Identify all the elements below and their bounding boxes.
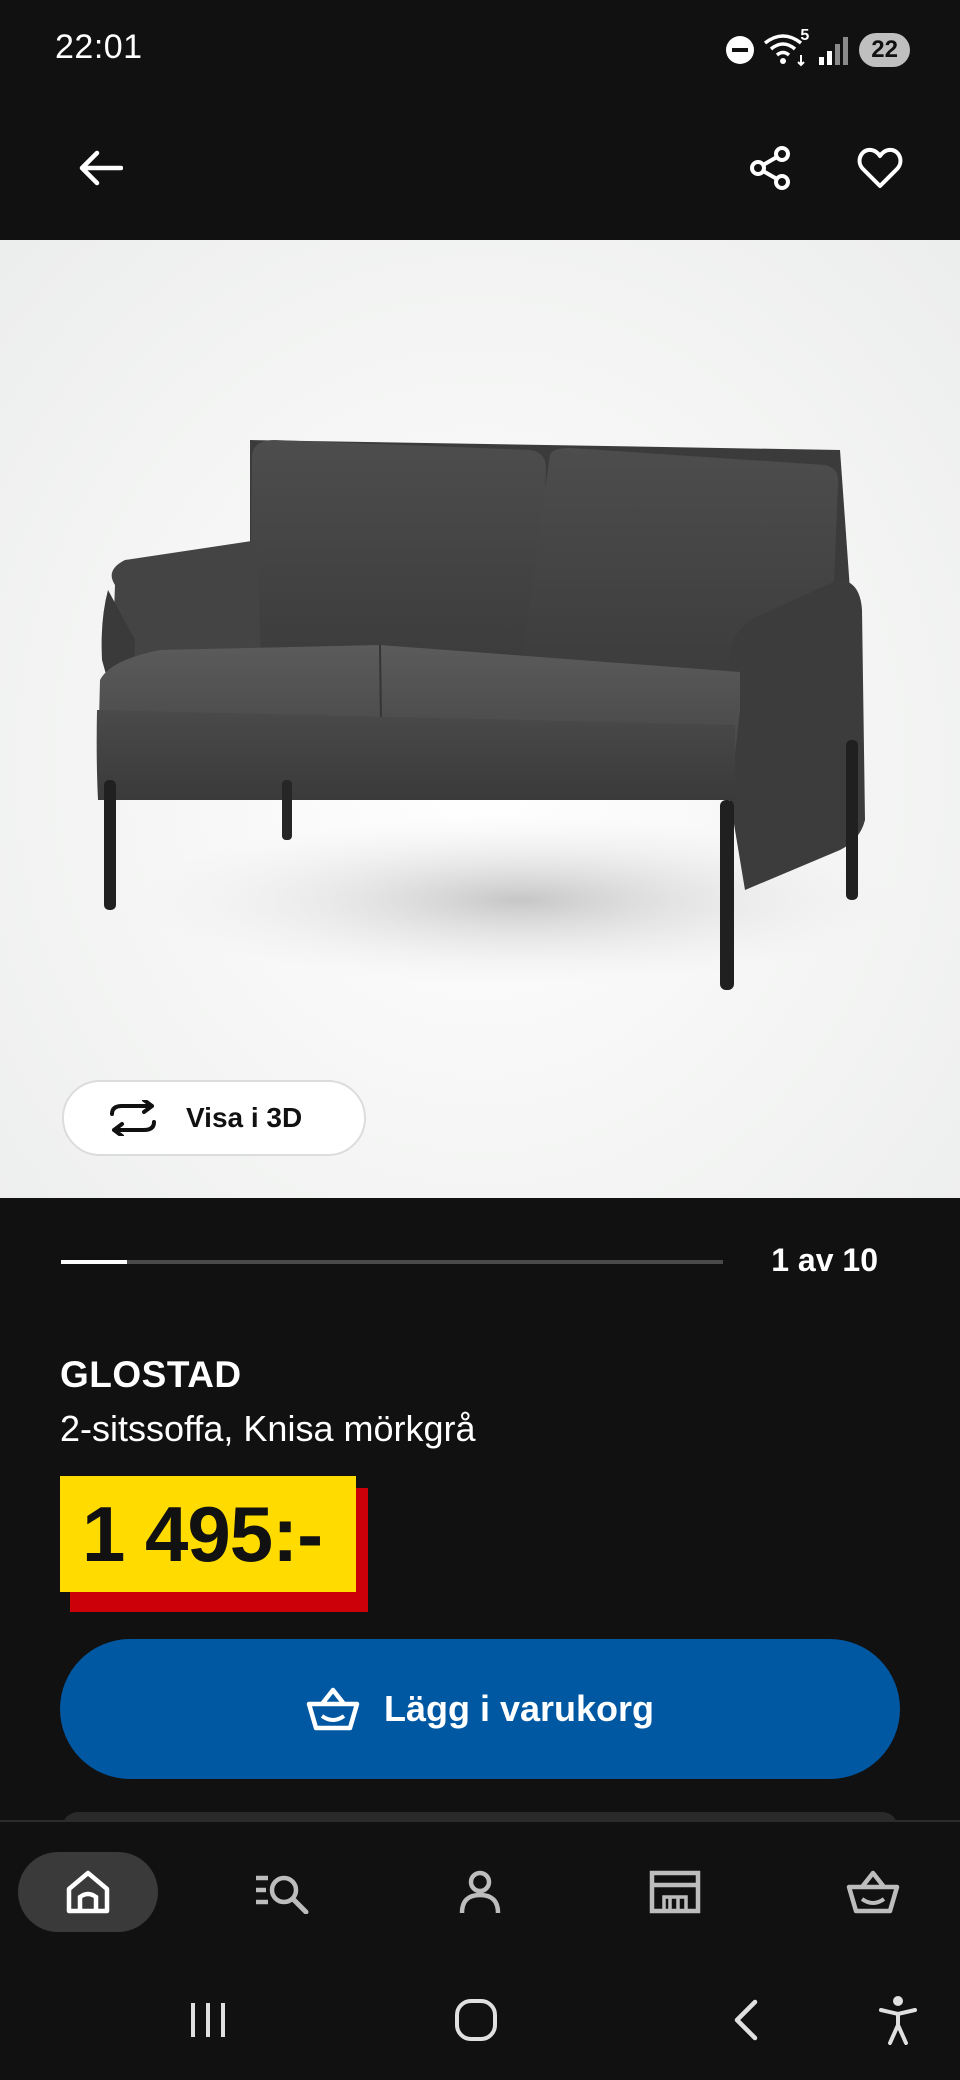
price-box: 1 495:-	[60, 1476, 357, 1592]
app-header	[0, 100, 960, 240]
do-not-disturb-icon	[726, 36, 755, 64]
carousel-progress	[61, 1260, 723, 1264]
search-list-icon	[256, 1875, 309, 1914]
heart-icon	[857, 147, 903, 188]
view-3d-button[interactable]: Visa i 3D	[62, 1080, 366, 1156]
back-chevron-icon	[734, 1999, 758, 2041]
nav-home[interactable]	[18, 1852, 158, 1932]
product-description: 2-sitssoffa, Knisa mörkgrå	[60, 1408, 476, 1449]
battery-level: 22	[859, 33, 910, 67]
home-circle-icon	[455, 1999, 497, 2041]
accessibility-icon	[879, 1996, 917, 2045]
back-button[interactable]	[60, 128, 140, 208]
system-back-button[interactable]	[706, 1990, 786, 2050]
home-icon	[66, 1870, 110, 1914]
system-home-button[interactable]	[436, 1990, 516, 2050]
rotate-icon	[110, 1100, 156, 1136]
product-name: GLOSTAD	[60, 1354, 242, 1395]
bottom-navigation	[0, 1820, 960, 1964]
nav-profile[interactable]	[440, 1852, 520, 1932]
share-button[interactable]	[730, 128, 810, 208]
profile-icon	[459, 1870, 501, 1914]
wifi-icon: 5	[763, 27, 809, 67]
add-to-cart-button[interactable]: Lägg i varukorg	[60, 1639, 900, 1779]
basket-icon	[846, 1870, 900, 1914]
store-icon	[649, 1870, 701, 1914]
price-tag: 1 495:-	[60, 1476, 368, 1612]
product-image[interactable]	[0, 240, 960, 1198]
status-bar: 22:01 5 22	[0, 0, 960, 100]
share-icon	[750, 146, 790, 190]
back-arrow-icon	[79, 150, 123, 186]
price-value: 1 495:-	[82, 1489, 323, 1578]
recents-button[interactable]	[168, 1990, 248, 2050]
view-3d-label: Visa i 3D	[186, 1102, 303, 1133]
nav-stores[interactable]	[635, 1852, 715, 1932]
wifi-badge: 5	[800, 27, 810, 44]
signal-icon	[819, 37, 849, 65]
sofa-image	[96, 440, 900, 990]
recents-icon	[191, 2003, 225, 2037]
accessibility-button[interactable]	[858, 1990, 938, 2050]
status-icons: 5 22	[725, 27, 910, 72]
status-time: 22:01	[55, 28, 143, 66]
carousel-progress-fill	[61, 1260, 128, 1264]
system-navigation-bar	[0, 1962, 960, 2080]
favorite-button[interactable]	[840, 128, 920, 208]
basket-icon	[306, 1687, 360, 1731]
carousel-counter: 1 av 10	[771, 1242, 878, 1278]
nav-search[interactable]	[242, 1852, 322, 1932]
nav-basket[interactable]	[833, 1852, 913, 1932]
add-to-cart-label: Lägg i varukorg	[383, 1688, 655, 1729]
